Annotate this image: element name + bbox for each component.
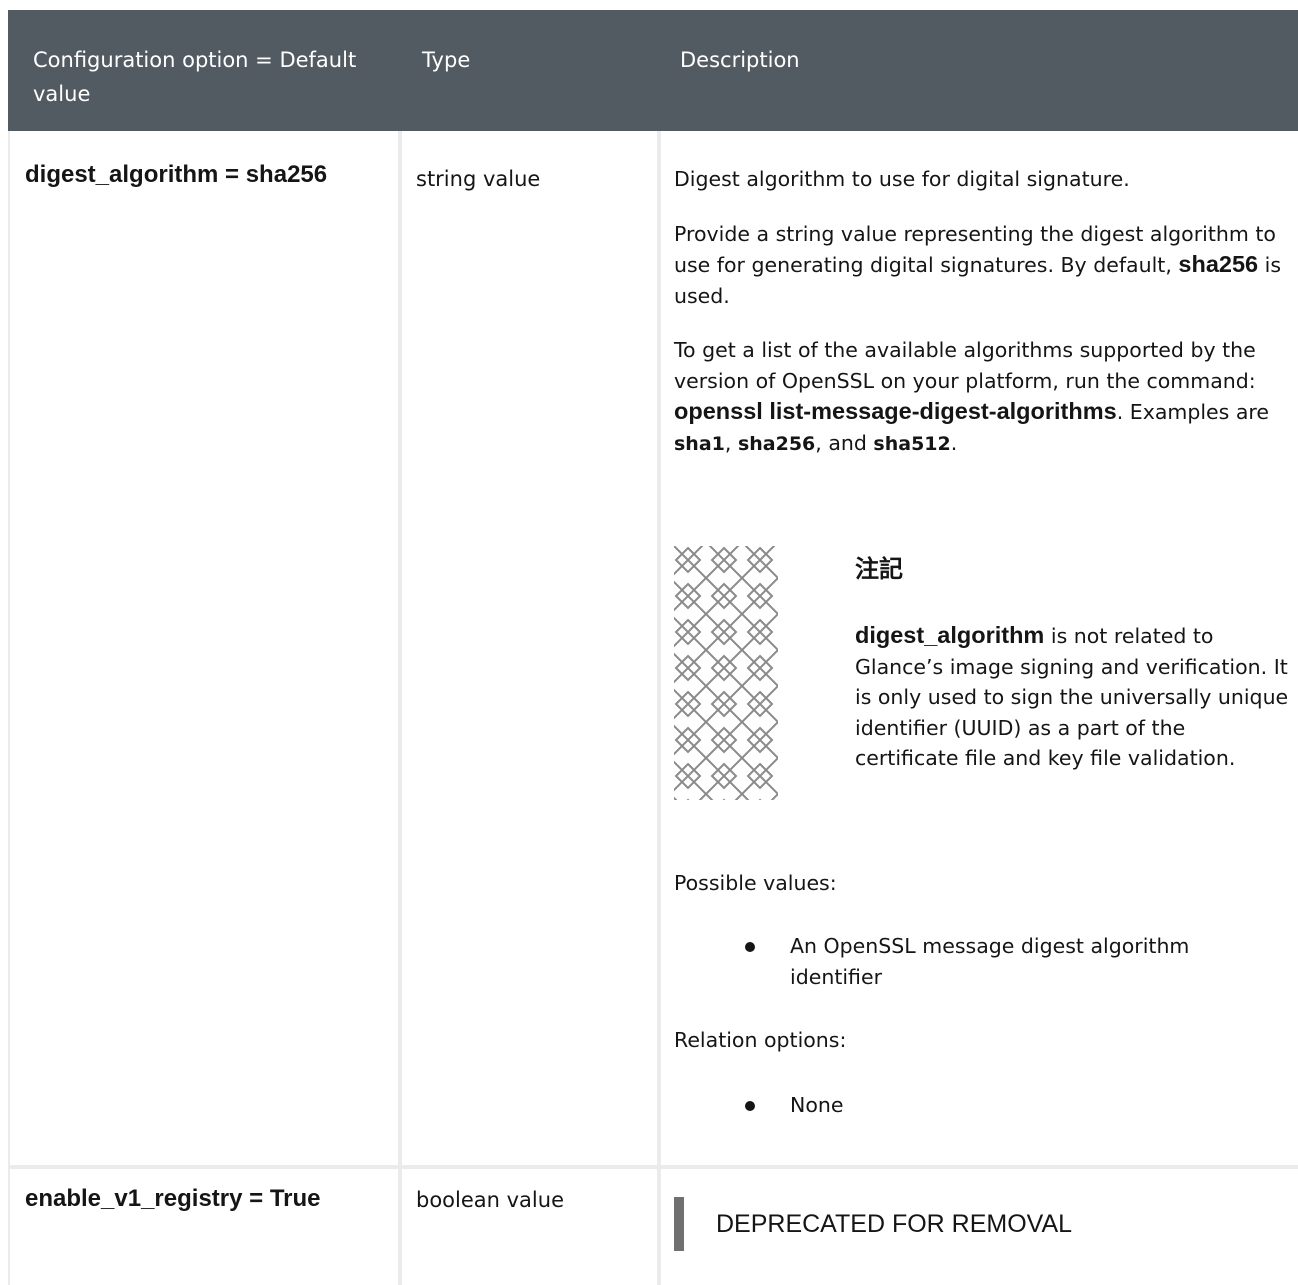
list-item: None — [745, 1090, 1265, 1121]
option-name: enable_v1_registry = True — [25, 1185, 321, 1212]
list-item: An OpenSSL message digest algorithm iden… — [745, 931, 1265, 992]
example-sha256: sha256 — [737, 432, 816, 455]
option-type: string value — [416, 167, 541, 191]
table-header: Configuration option = Default value Typ… — [8, 10, 1298, 131]
note-admonition: 注記 digest_algorithm is not related to Gl… — [674, 546, 1294, 806]
note-pattern-icon — [674, 546, 778, 800]
description-paragraph: Provide a string value representing the … — [674, 221, 1282, 308]
row-divider — [8, 1165, 1298, 1169]
possible-values-label: Possible values: — [674, 871, 837, 895]
example-sha512: sha512 — [873, 432, 951, 455]
description-paragraph: To get a list of the available algorithm… — [674, 338, 1270, 455]
description-paragraph: Digest algorithm to use for digital sign… — [674, 167, 1130, 191]
option-description: Digest algorithm to use for digital sign… — [674, 164, 1284, 459]
note-body: digest_algorithm is not related to Glanc… — [855, 622, 1289, 770]
deprecated-text: DEPRECATED FOR REMOVAL — [716, 1210, 1073, 1238]
deprecated-notice: DEPRECATED FOR REMOVAL — [674, 1197, 1274, 1251]
command-bold: openssl list-message-digest-algorithms — [674, 398, 1117, 424]
header-option: Configuration option = Default value — [33, 48, 357, 106]
header-description: Description — [680, 48, 800, 72]
option-type: boolean value — [416, 1188, 564, 1212]
note-option-bold: digest_algorithm — [855, 622, 1045, 648]
deprecated-bar — [674, 1197, 684, 1251]
option-name: digest_algorithm = sha256 — [25, 161, 328, 188]
possible-values-list: An OpenSSL message digest algorithm iden… — [745, 931, 1265, 992]
default-value-bold: sha256 — [1178, 251, 1259, 277]
note-title: 注記 — [855, 555, 903, 583]
example-sha1: sha1 — [674, 432, 725, 455]
header-type: Type — [422, 48, 471, 72]
relation-options-list: None — [745, 1090, 1265, 1121]
relation-options-label: Relation options: — [674, 1028, 847, 1052]
